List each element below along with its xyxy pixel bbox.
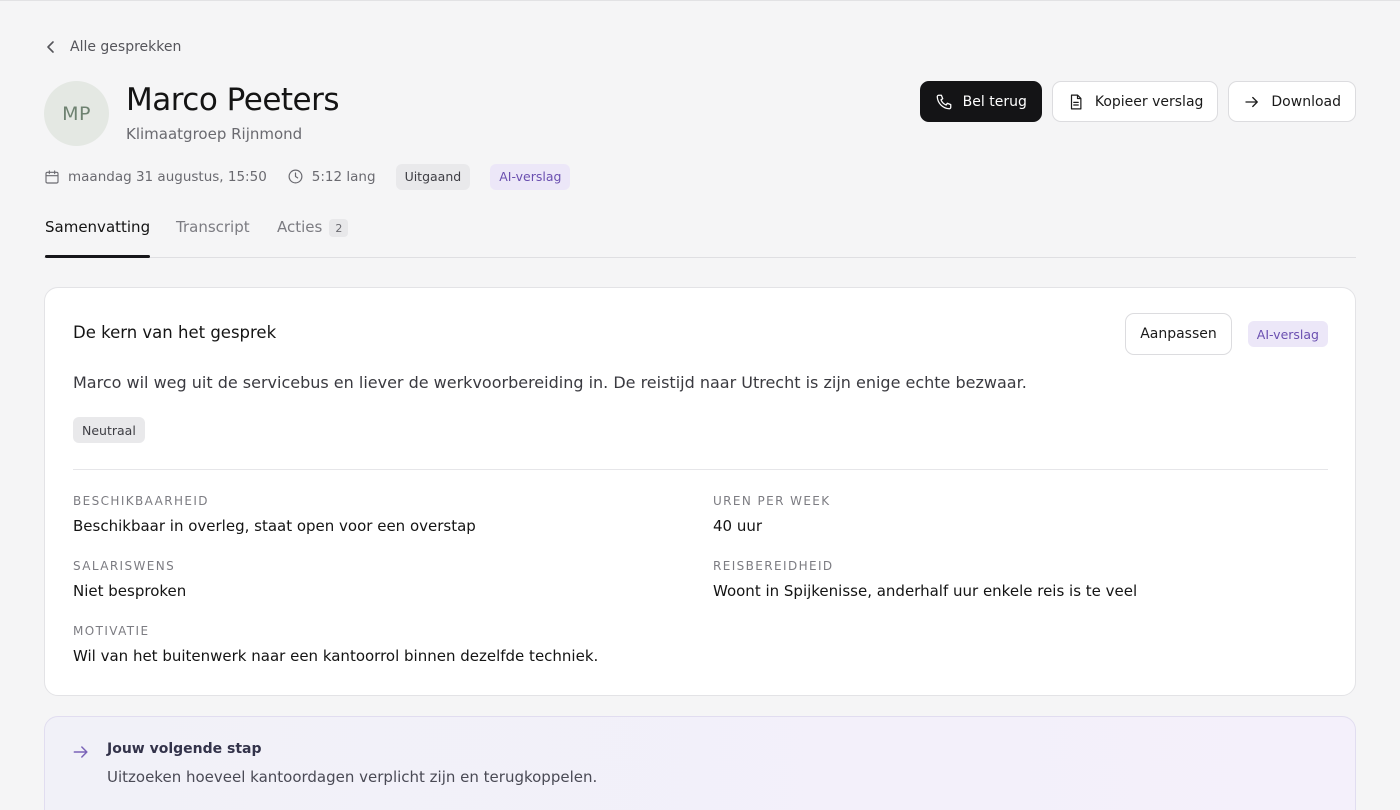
next-step-text: Uitzoeken hoeveel kantoordagen verplicht… <box>107 768 598 786</box>
avatar-initials: MP <box>62 102 91 125</box>
call-back-button[interactable]: Bel terug <box>919 81 1042 122</box>
fact-value: Beschikbaar in overleg, staat open voor … <box>73 517 476 535</box>
tab-bar: Samenvatting Transcript Acties 2 <box>44 207 1356 258</box>
summary-ai-badge: AI-verslag <box>1247 321 1328 347</box>
arrow-right-icon <box>73 746 88 758</box>
fact-label: Reisbereidheid <box>713 559 834 573</box>
edit-button[interactable]: Aanpassen <box>1125 313 1232 355</box>
summary-text: Marco wil weg uit de servicebus en lieve… <box>73 373 1027 392</box>
tab-transcript[interactable]: Transcript <box>176 207 250 257</box>
divider <box>73 469 1328 470</box>
fact-label: Salariswens <box>73 559 176 573</box>
summary-card-title: De kern van het gesprek <box>73 323 277 342</box>
sentiment-badge: Neutraal <box>73 417 145 443</box>
direction-badge: Uitgaand <box>395 163 471 190</box>
next-step-title: Jouw volgende stap <box>107 741 262 757</box>
fact-label: Motivatie <box>73 624 150 638</box>
edit-button-label: Aanpassen <box>1140 326 1217 342</box>
download-label: Download <box>1271 93 1341 110</box>
back-link-label: Alle gesprekken <box>70 39 182 55</box>
fact-availability: Beschikbaarheid Beschikbaar in overleg, … <box>73 494 476 535</box>
call-duration: 5:12 lang <box>287 168 376 185</box>
fact-label: Uren per week <box>713 494 831 508</box>
avatar: MP <box>44 81 109 146</box>
ai-report-badge: AI-verslag <box>490 163 571 190</box>
tab-actions-label: Acties <box>277 218 323 236</box>
fact-salary: Salariswens Niet besproken <box>73 559 186 600</box>
clock-icon <box>288 169 303 184</box>
tab-summary-label: Samenvatting <box>45 218 151 236</box>
back-link[interactable]: Alle gesprekken <box>44 39 181 55</box>
tab-actions-count: 2 <box>329 219 349 237</box>
summary-card-actions: Aanpassen AI-verslag <box>1125 313 1328 355</box>
download-button[interactable]: Download <box>1228 81 1356 122</box>
fact-value: Niet besproken <box>73 582 187 600</box>
arrow-right-icon <box>1245 96 1259 107</box>
call-duration-text: 5:12 lang <box>311 168 376 185</box>
tab-summary[interactable]: Samenvatting <box>45 207 151 258</box>
tab-actions[interactable]: Acties 2 <box>277 207 349 257</box>
call-date-text: maandag 31 augustus, 15:50 <box>68 168 267 185</box>
next-step-card: Jouw volgende stap Uitzoeken hoeveel kan… <box>44 716 1356 810</box>
tab-transcript-label: Transcript <box>176 218 250 236</box>
fact-motivation: Motivatie Wil van het buitenwerk naar ee… <box>73 624 598 665</box>
header-actions: Bel terug Kopieer verslag Download <box>919 81 1356 122</box>
contact-organization: Klimaatgroep Rijnmond <box>126 125 303 143</box>
call-date: maandag 31 augustus, 15:50 <box>44 169 267 185</box>
fact-hours: Uren per week 40 uur <box>713 494 831 535</box>
calendar-icon <box>45 169 59 184</box>
fact-label: Beschikbaarheid <box>73 494 209 508</box>
phone-icon <box>936 94 952 109</box>
fact-travel: Reisbereidheid Woont in Spijkenisse, and… <box>713 559 1137 600</box>
contact-name: Marco Peeters <box>126 82 340 118</box>
document-icon <box>1070 94 1082 109</box>
call-meta: maandag 31 augustus, 15:50 5:12 lang Uit… <box>44 163 571 190</box>
fact-value: 40 uur <box>713 517 763 535</box>
fact-value: Wil van het buitenwerk naar een kantoorr… <box>73 647 599 665</box>
fact-value: Woont in Spijkenisse, anderhalf uur enke… <box>713 582 1138 600</box>
chevron-left-icon <box>47 41 54 53</box>
copy-report-label: Kopieer verslag <box>1094 93 1204 110</box>
summary-card: De kern van het gesprek Aanpassen AI-ver… <box>44 287 1356 696</box>
copy-report-button[interactable]: Kopieer verslag <box>1051 81 1219 122</box>
call-back-label: Bel terug <box>962 93 1027 110</box>
